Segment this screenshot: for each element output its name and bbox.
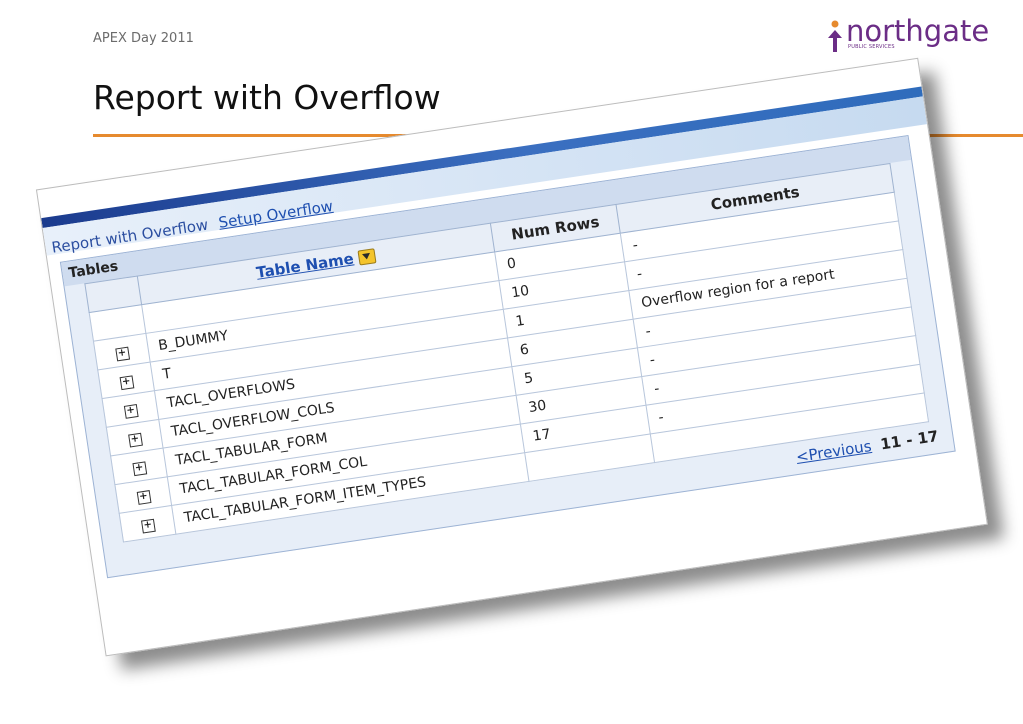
screenshot-card: Report with Overflow Setup Overflow Tabl… [30, 17, 1006, 724]
pagination-range: 11 - 17 [879, 426, 940, 454]
header-label: APEX Day 2011 [93, 31, 194, 46]
expand-plus-icon[interactable]: + [114, 346, 130, 362]
expand-plus-icon[interactable]: + [123, 403, 139, 419]
expand-plus-icon[interactable]: + [119, 374, 134, 390]
sort-desc-icon[interactable] [357, 248, 377, 266]
expand-plus-icon[interactable]: + [127, 432, 143, 448]
expand-plus-icon[interactable]: + [131, 460, 147, 476]
expand-plus-icon[interactable]: + [136, 489, 151, 505]
previous-link[interactable]: <Previous [795, 437, 873, 466]
expand-plus-icon[interactable]: + [140, 518, 156, 534]
